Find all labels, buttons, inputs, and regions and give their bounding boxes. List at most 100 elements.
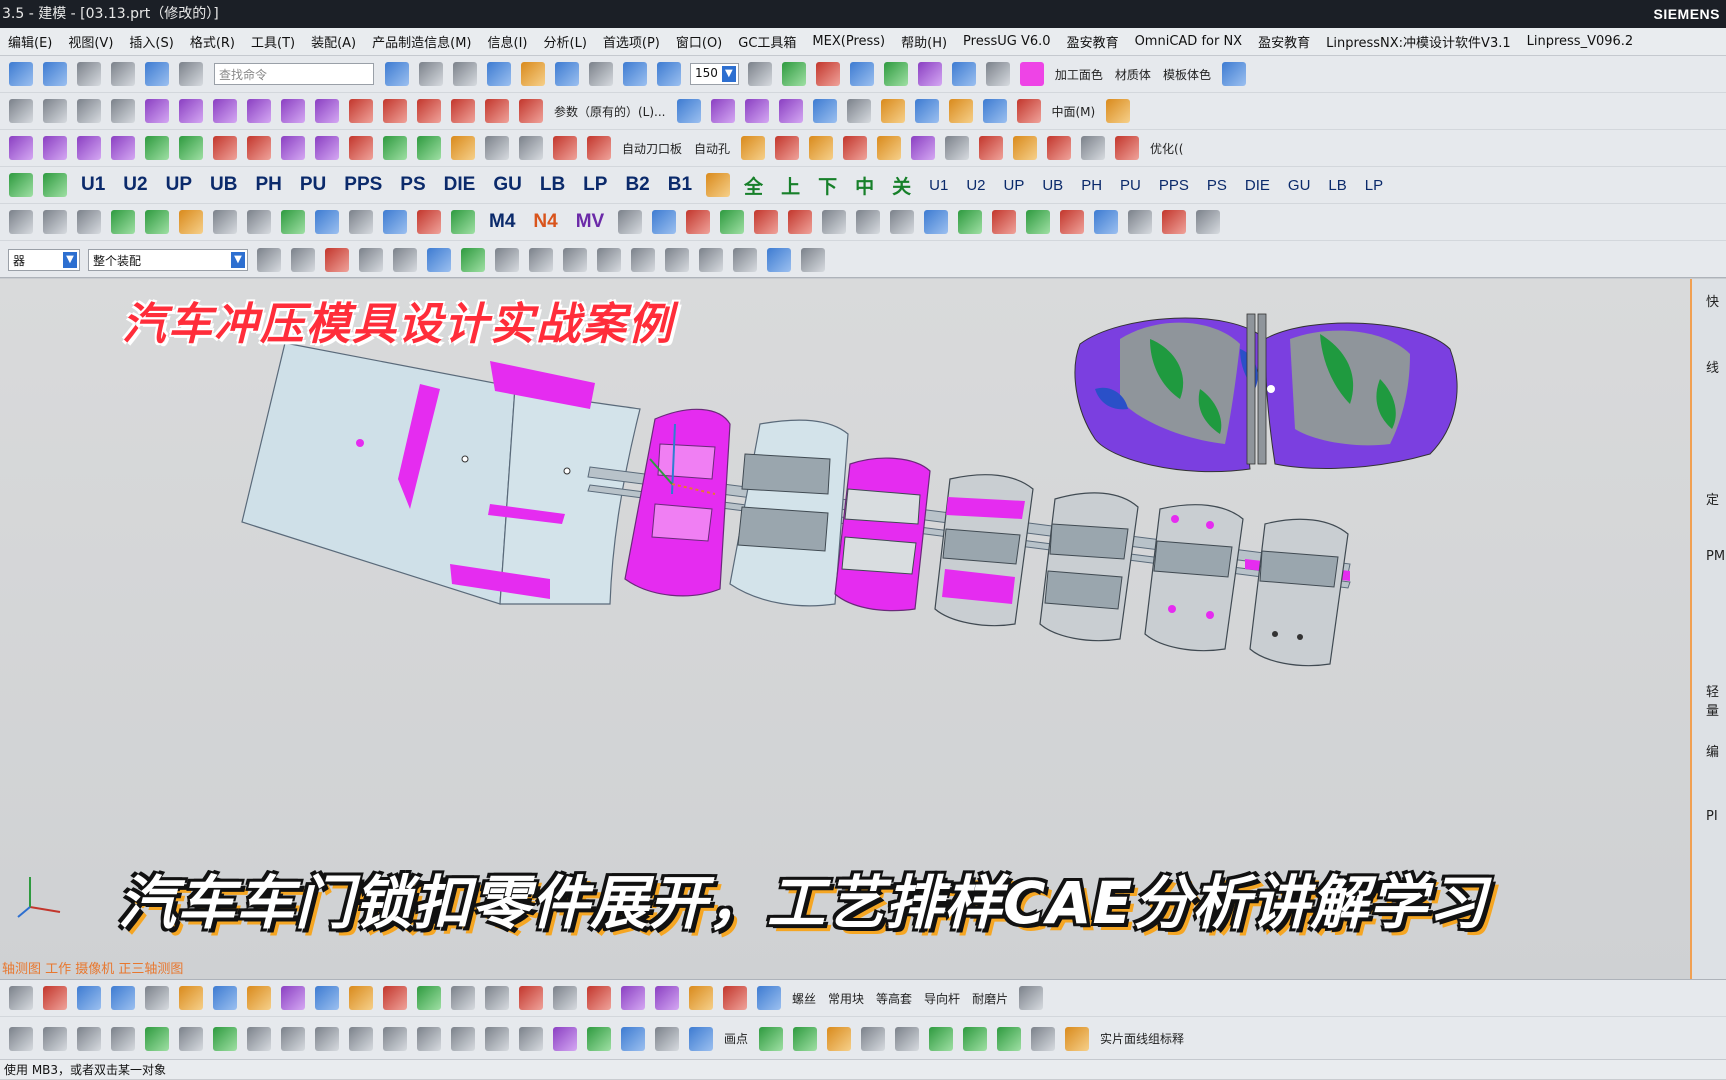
trim-icon[interactable] [349,99,373,123]
block-icon[interactable] [788,210,813,234]
station-6[interactable] [1144,504,1244,652]
die-tool-icon-3[interactable] [77,136,101,160]
zoom-select[interactable]: 150 [690,63,739,85]
tooth-auto-icon[interactable] [417,210,441,234]
circle-outline-icon[interactable] [281,1026,305,1051]
surface-icon-a[interactable] [676,99,701,123]
subtract-icon[interactable] [383,986,407,1010]
point-icon[interactable] [43,99,67,123]
n4-button[interactable]: N4 [533,211,557,233]
sketch-icon[interactable] [9,99,33,123]
resource-bar-tab[interactable]: PI [1706,809,1718,824]
mold-move-button[interactable]: UB [1042,177,1063,194]
menu-item[interactable]: 窗口(O) [668,32,730,51]
standard-convert-icon[interactable] [145,210,169,234]
triangle-icon[interactable] [281,136,305,160]
die-tool-icon-4[interactable] [111,136,135,160]
arrow-icon[interactable] [383,1026,407,1051]
curve-icon-f[interactable] [315,99,339,123]
polyline-icon[interactable] [179,1026,203,1051]
snap-control-icon[interactable] [597,247,621,272]
cube-view-icon[interactable] [487,62,511,86]
mold-move-button[interactable]: LB [1328,177,1346,194]
mold-state-button[interactable]: 上 [781,172,800,199]
wcs-icon[interactable] [781,62,806,86]
quick-clamp-icon[interactable] [587,136,611,160]
mold-state-button[interactable]: 下 [818,172,837,199]
analysis-icon[interactable] [849,62,874,86]
mold-state-button[interactable]: 关 [892,172,911,199]
layer-add-icon[interactable] [485,136,509,160]
copy-icon[interactable] [179,62,203,86]
snap-center-icon[interactable] [665,247,689,272]
assembly-icon-9[interactable] [1013,136,1038,160]
assembly-icon-10[interactable] [1047,136,1072,160]
flag-icon[interactable] [924,210,949,234]
solid-icon-c[interactable] [1016,99,1041,123]
optimize-label[interactable]: 优化(( [1150,140,1183,157]
curve-icon-c[interactable] [213,99,237,123]
transform-icon[interactable] [917,62,942,86]
menu-item[interactable]: 插入(S) [121,32,181,51]
screw-label[interactable]: 螺丝 [792,990,816,1007]
menu-item[interactable]: GC工具箱 [730,32,804,51]
save-icon[interactable] [9,62,33,86]
bridge-icon[interactable] [485,99,509,123]
m4-button[interactable]: M4 [489,211,515,233]
mark-bom-icon[interactable] [997,1026,1022,1051]
mirror-icon[interactable] [951,62,976,86]
assembly-icon-11[interactable] [1081,136,1106,160]
parameter-menu-label[interactable]: 参数（原有的）(L)... [554,103,666,120]
surface-icon-b[interactable] [710,99,735,123]
nav-icon[interactable] [618,210,643,234]
m4-icon[interactable] [1031,1026,1056,1051]
layer-switch-icon[interactable] [111,210,135,234]
filter-icon-2[interactable] [291,247,315,272]
mold-move-button[interactable]: GU [1288,177,1311,194]
spring-icon[interactable] [1026,210,1051,234]
menu-item[interactable]: MEX(Press) [804,34,893,49]
mold-move-button[interactable]: PH [1081,177,1102,194]
check-icon[interactable] [793,1026,818,1051]
corner-icon[interactable] [519,1026,543,1051]
material-body-label[interactable]: 材质体 [1115,66,1151,83]
group-dwg-icon[interactable] [963,1026,988,1051]
ucs-icon[interactable] [827,1026,852,1051]
sphere-icon[interactable] [948,99,973,123]
green-dot-icon[interactable] [720,210,745,234]
menu-item[interactable]: 信息(I) [480,32,536,51]
snap-endpoint-icon[interactable] [461,247,485,272]
snap-intersect-icon[interactable] [631,247,655,272]
extra-icon-3[interactable] [1196,210,1221,234]
redo-icon[interactable] [77,62,101,86]
surface-icon-d[interactable] [778,99,803,123]
filter-icon-4[interactable] [359,247,383,272]
resource-bar-tab[interactable]: 轻量 [1706,681,1726,719]
bend-icon[interactable] [247,1026,271,1051]
snap-mid-icon[interactable] [529,247,553,272]
resource-bar-tab[interactable]: 快 [1706,291,1719,310]
orient-icon[interactable] [623,62,647,86]
feature-point-icon[interactable] [689,1026,713,1051]
menu-item[interactable]: 视图(V) [60,32,121,51]
steel-icon[interactable] [553,136,577,160]
ejector-icon[interactable] [890,210,915,234]
auto-edge-plate-label[interactable]: 自动刀口板 [622,140,682,157]
mold-move-button[interactable]: DIE [1245,177,1270,194]
assembly-icon-3[interactable] [809,136,834,160]
guide-icon[interactable] [213,136,237,160]
resource-bar-tab[interactable]: PM [1706,549,1725,564]
edit-object-icon[interactable] [145,62,169,86]
archive-icon[interactable] [9,210,33,234]
grid-view-icon[interactable] [419,62,443,86]
outline-line-icon[interactable] [213,210,237,234]
mold-plate-button[interactable]: PH [255,174,281,196]
filter-icon-3[interactable] [325,247,349,272]
mold-icon[interactable] [179,210,203,234]
dash-icon[interactable] [451,1026,475,1051]
menu-item[interactable]: 分析(L) [536,32,595,51]
my-standard-icon[interactable] [958,210,983,234]
solid-icon-a[interactable] [880,99,905,123]
diagonal-icon[interactable] [213,1026,237,1051]
table-icon[interactable] [801,247,825,272]
